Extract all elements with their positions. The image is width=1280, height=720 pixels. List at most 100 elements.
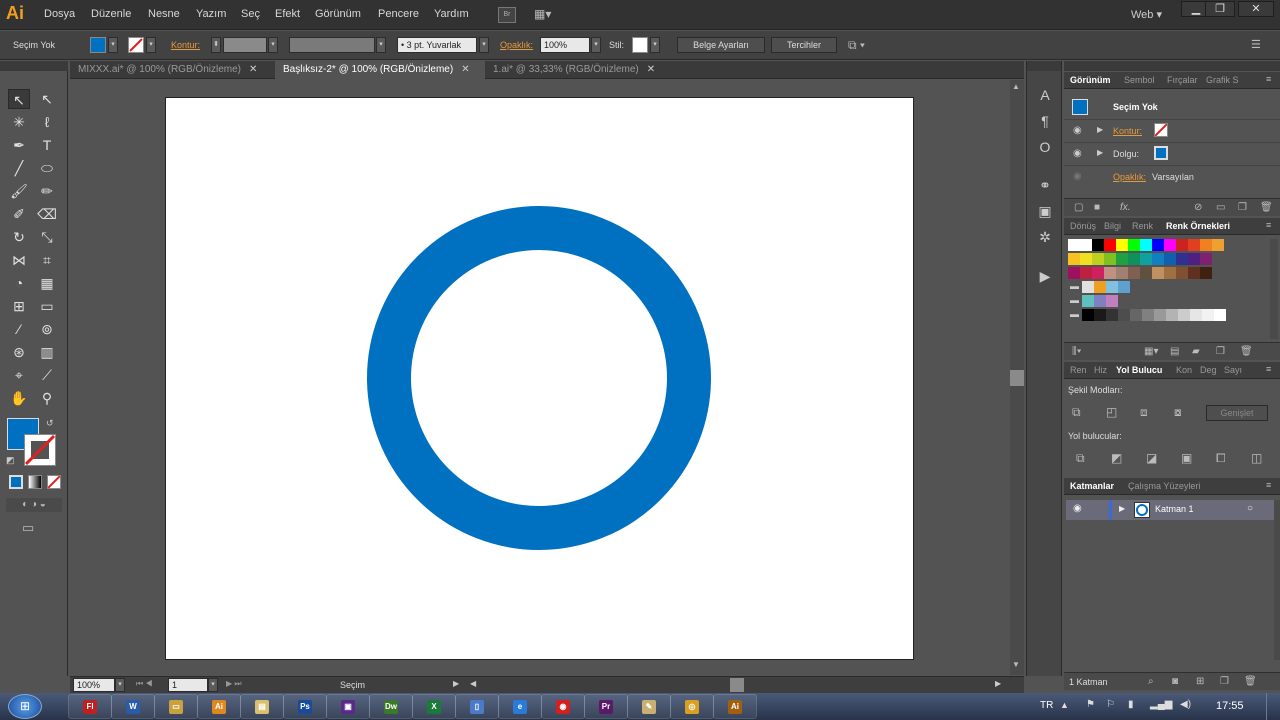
trim-icon[interactable]: ◩ (1111, 451, 1122, 465)
color-swatch[interactable] (1202, 309, 1214, 321)
menu-help[interactable]: Yardım (434, 8, 469, 20)
selection-tool-icon[interactable]: ↖ (8, 89, 30, 109)
document-setup-button[interactable]: Belge Ayarları (677, 37, 765, 53)
taskbar-app[interactable]: ▭ (154, 694, 198, 719)
eye-icon[interactable]: ◉ (1073, 503, 1082, 514)
opacity-row-label[interactable]: Opaklık: (1113, 172, 1146, 182)
tab-layers[interactable]: Katmanlar (1070, 481, 1114, 491)
taskbar-app[interactable]: e (498, 694, 542, 719)
taskbar-app[interactable]: Ai (197, 694, 241, 719)
arrange-documents-button[interactable]: ▦▾ (534, 7, 560, 23)
expand-triangle-icon[interactable]: ▶ (1119, 504, 1125, 513)
brush-dropdown[interactable]: ▾ (479, 37, 489, 53)
stroke-weight-dropdown[interactable]: ▾ (268, 37, 278, 53)
dock-header[interactable] (1027, 61, 1061, 71)
tab-graphic-styles[interactable]: Grafik S (1206, 75, 1239, 85)
exclude-icon[interactable]: ⧇ (1174, 405, 1182, 420)
tab-untitled-2[interactable]: Başlıksız-2* @ 100% (RGB/Önizleme) ✕ (275, 61, 485, 79)
color-swatch[interactable] (1152, 267, 1164, 279)
color-swatch[interactable] (1106, 309, 1118, 321)
color-swatch[interactable] (1106, 295, 1118, 307)
color-swatch[interactable] (1092, 239, 1104, 251)
close-window-button[interactable]: ✕ (1238, 1, 1274, 17)
blend-tool-icon[interactable]: ⊚ (36, 319, 58, 339)
color-swatch[interactable] (1140, 239, 1152, 251)
artboard[interactable] (165, 97, 914, 660)
color-swatch[interactable] (1188, 267, 1200, 279)
color-mode-icon[interactable] (9, 475, 23, 489)
color-swatch[interactable] (1190, 309, 1202, 321)
taskbar-app[interactable]: W (111, 694, 155, 719)
zoom-field[interactable]: 100% (73, 678, 115, 692)
panels-header[interactable] (1064, 61, 1280, 71)
taskbar-app[interactable]: ▯ (455, 694, 499, 719)
crop-icon[interactable]: ▣ (1181, 451, 1192, 465)
color-swatch[interactable] (1104, 253, 1116, 265)
new-stroke-icon[interactable]: ▢ (1074, 202, 1083, 213)
taskbar-app[interactable]: ◎ (670, 694, 714, 719)
vertical-scrollbar[interactable]: ▲ ▼ (1010, 80, 1024, 675)
rotate-tool-icon[interactable]: ↻ (8, 227, 30, 247)
line-tool-icon[interactable]: ╱ (8, 158, 30, 178)
none-mode-icon[interactable] (47, 475, 61, 489)
eye-icon[interactable]: ◉ (1073, 125, 1082, 136)
tab-gradient[interactable]: Deg (1200, 365, 1217, 375)
eye-icon[interactable]: ◉ (1073, 148, 1082, 159)
color-swatch[interactable] (1094, 309, 1106, 321)
start-button[interactable]: ⊞ (8, 694, 42, 719)
stroke-label[interactable]: Kontur: (171, 40, 200, 50)
pencil-tool-icon[interactable]: ✏ (36, 181, 58, 201)
swatch-options-icon[interactable]: ▤ (1170, 346, 1179, 357)
status-menu-icon[interactable]: ▶ (453, 679, 459, 688)
taskbar-app[interactable]: Fl (68, 694, 112, 719)
network-icon[interactable]: ⚑ (1086, 699, 1095, 710)
new-sublayer-icon[interactable]: ⊞ (1196, 676, 1204, 687)
tab-1ai[interactable]: 1.ai* @ 33,33% (RGB/Önizleme) ✕ (485, 61, 675, 79)
hand-tool-icon[interactable]: ✋ (8, 388, 30, 408)
color-swatch[interactable] (1152, 239, 1164, 251)
stroke-weight-stepper[interactable]: ⬍ (211, 37, 221, 53)
image-trace-panel-icon[interactable]: ▣ (1033, 201, 1057, 221)
swatches-scrollbar[interactable] (1270, 239, 1278, 339)
minus-front-icon[interactable]: ◰ (1106, 405, 1117, 419)
color-group-folder-icon[interactable]: ▬ (1070, 309, 1082, 321)
color-swatch[interactable] (1188, 253, 1200, 265)
draw-mode-icon[interactable]: ◐ ◑ ◒ (6, 498, 62, 512)
color-swatch[interactable] (1080, 267, 1092, 279)
opacity-field[interactable]: 100% (540, 37, 590, 53)
taskbar-app[interactable]: ▤ (240, 694, 284, 719)
color-swatch[interactable] (1200, 253, 1212, 265)
color-swatch[interactable] (1164, 253, 1176, 265)
action-center-icon[interactable]: ⚐ (1106, 699, 1115, 710)
scroll-up-icon[interactable]: ▲ (1012, 82, 1020, 91)
menu-file[interactable]: Dosya (44, 8, 75, 20)
stroke-color-box[interactable] (24, 434, 56, 466)
shape-builder-tool-icon[interactable]: ◔ (8, 273, 30, 293)
new-layer-icon[interactable]: ❐ (1220, 676, 1229, 687)
paintbrush-tool-icon[interactable]: 🖌 (8, 181, 30, 201)
tab-close-icon[interactable]: ✕ (249, 64, 257, 75)
variable-width-field[interactable] (289, 37, 375, 53)
taskbar-app[interactable]: Ai (713, 694, 757, 719)
opacity-dropdown[interactable]: ▾ (591, 37, 601, 53)
minus-back-icon[interactable]: ◫ (1251, 451, 1262, 465)
clock[interactable]: 17:55 (1216, 700, 1244, 712)
stroke-dropdown[interactable]: ▾ (146, 37, 156, 53)
volume-icon[interactable]: ◀) (1180, 699, 1191, 710)
unite-icon[interactable]: ⧉ (1072, 405, 1081, 420)
taskbar-app[interactable]: ✎ (627, 694, 671, 719)
outline-icon[interactable]: ⧠ (1216, 451, 1226, 466)
eye-icon[interactable]: ◉ (1073, 171, 1082, 182)
new-color-group-icon[interactable]: ▰ (1192, 346, 1200, 357)
color-swatch[interactable] (1068, 239, 1080, 251)
expand-triangle-icon[interactable]: ▶ (1097, 125, 1103, 134)
appearance-row-stroke[interactable]: ◉ ▶ Kontur: (1064, 119, 1280, 141)
color-swatch[interactable] (1140, 267, 1152, 279)
reduce-basic-icon[interactable]: ▭ (1216, 202, 1225, 213)
color-swatch[interactable] (1152, 253, 1164, 265)
merge-icon[interactable]: ◪ (1146, 451, 1157, 465)
layer-name[interactable]: Katman 1 (1155, 504, 1194, 514)
color-swatch[interactable] (1154, 309, 1166, 321)
battery-icon[interactable]: ▮ (1128, 699, 1134, 710)
expand-triangle-icon[interactable]: ▶ (1097, 148, 1103, 157)
